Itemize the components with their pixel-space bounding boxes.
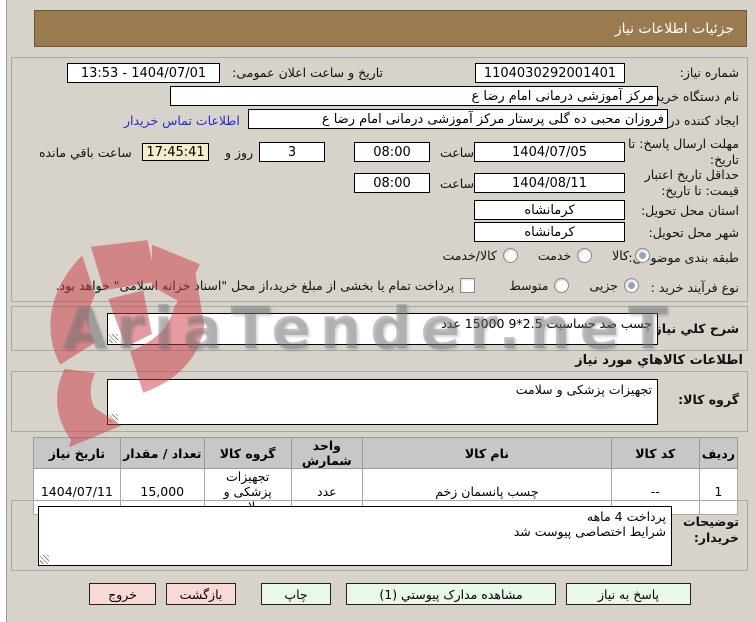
- general-desc-label: شرح کلي نیاز:: [649, 321, 739, 336]
- general-desc-groupbox: شرح کلي نیاز: چسب ضد حساسیت 2.5*9 15000 …: [11, 306, 748, 351]
- option-goods-service-label: کالا/خدمت: [442, 248, 497, 263]
- deadline-hour-label: ساعت: [440, 145, 475, 160]
- treasury-option[interactable]: پرداخت تمام یا بخشی از مبلغ خرید،از محل …: [56, 278, 476, 293]
- items-table-header-row: ردیف کد کالا نام کالا واحد شمارش گروه کا…: [33, 437, 739, 469]
- goods-group-label: گروه کالا:: [678, 392, 739, 407]
- col-count-unit: واحد شمارش: [290, 437, 364, 469]
- page-title: جزئیات اطلاعات نیاز: [34, 10, 747, 47]
- buyer-notes-groupbox: توضیحات خریدار: پرداخت 4 ماهه شرایط اختص…: [11, 500, 748, 571]
- radio-service-icon[interactable]: [577, 248, 593, 263]
- col-item-code: کد کالا: [610, 437, 700, 469]
- request-creator-field[interactable]: فروزان محبی ده گلی پرستار مرکز آموزشی در…: [248, 109, 668, 129]
- buyer-contact-link[interactable]: اطلاعات تماس خریدار: [124, 113, 240, 128]
- option-service-label: خدمت: [537, 248, 572, 263]
- col-need-date: تاریخ نیاز: [33, 437, 121, 469]
- col-quantity: تعداد / مقدار: [119, 437, 205, 469]
- respond-button[interactable]: پاسخ به نیاز: [566, 583, 691, 605]
- option-medium-label: متوسط: [509, 278, 549, 293]
- deadline-date-field[interactable]: 1404/07/05: [474, 142, 625, 162]
- hours-remaining-label: ساعت باقي مانده: [39, 145, 132, 160]
- need-number-label: شماره نیاز:: [679, 65, 739, 80]
- response-deadline-label: مهلت ارسال پاسخ: تا تاریخ:: [628, 136, 739, 168]
- purchase-process-label: نوع فرآیند خرید :: [650, 280, 739, 295]
- days-remaining-field[interactable]: 3: [259, 142, 325, 162]
- announce-datetime-label: تاریخ و ساعت اعلان عمومی:: [232, 65, 383, 80]
- form-panel: جزئیات اطلاعات نیاز شماره نیاز: 11040302…: [6, 0, 755, 622]
- option-partial[interactable]: جزیی: [589, 278, 639, 293]
- goods-group-textarea[interactable]: تجهیزات پزشکی و سلامت: [107, 379, 658, 425]
- option-medium[interactable]: متوسط: [509, 278, 570, 293]
- price-validity-hour-label: ساعت: [440, 176, 475, 191]
- radio-medium-icon[interactable]: [554, 278, 570, 293]
- option-partial-label: جزیی: [589, 278, 618, 293]
- goods-group-groupbox: گروه کالا: تجهیزات پزشکی و سلامت: [11, 371, 748, 432]
- option-goods[interactable]: کالا: [612, 248, 650, 263]
- price-validity-date-field[interactable]: 1404/08/11: [474, 173, 625, 193]
- back-button[interactable]: بازگشت: [166, 583, 236, 605]
- city-field[interactable]: کرمانشاه: [474, 222, 625, 242]
- exit-button[interactable]: خروج: [89, 583, 156, 605]
- col-item-group: گروه کالا: [203, 437, 292, 469]
- province-label: استان محل تحویل:: [640, 203, 739, 218]
- buyer-notes-textarea[interactable]: پرداخت 4 ماهه شرایط اختصاصی پیوست شد: [38, 506, 672, 566]
- need-number-field[interactable]: 1104030292001401: [475, 63, 625, 83]
- details-groupbox: شماره نیاز: 1104030292001401 تاریخ و ساع…: [11, 57, 748, 302]
- city-label: شهر محل تحویل:: [648, 225, 739, 240]
- days-and-label: روز و: [225, 145, 254, 160]
- option-goods-service[interactable]: کالا/خدمت: [442, 248, 518, 263]
- purchase-process-options: جزیی متوسط پرداخت تمام یا بخشی از مبلغ خ…: [56, 278, 639, 293]
- price-validity-time-field[interactable]: 08:00: [354, 173, 430, 193]
- price-validity-label: حداقل تاریخ اعتبار قیمت: تا تاریخ:: [644, 167, 739, 199]
- screen: جزئیات اطلاعات نیاز شماره نیاز: 11040302…: [0, 0, 755, 622]
- deadline-time-field[interactable]: 08:00: [354, 142, 430, 162]
- option-service[interactable]: خدمت: [537, 248, 593, 263]
- subject-class-options: کالا خدمت کالا/خدمت: [442, 248, 650, 263]
- treasury-checkbox-label: پرداخت تمام یا بخشی از مبلغ خرید،از محل …: [55, 278, 455, 293]
- radio-partial-icon[interactable]: [624, 278, 639, 293]
- province-field[interactable]: کرمانشاه: [474, 200, 625, 220]
- print-button[interactable]: چاپ: [261, 583, 331, 605]
- goods-section-title: اطلاعات کالاهاي مورد نیاز: [575, 353, 743, 368]
- countdown-timer: 17:45:41: [142, 143, 209, 161]
- radio-goods-service-icon[interactable]: [502, 248, 518, 263]
- col-row-number: ردیف: [698, 437, 739, 469]
- buyer-notes-label: توضیحات خریدار:: [683, 514, 739, 546]
- buyer-org-field[interactable]: مرکز آموزشی درمانی امام رضا ع: [170, 86, 658, 106]
- col-item-name: نام کالا: [362, 437, 612, 469]
- announce-datetime-field[interactable]: 1404/07/01 - 13:53: [67, 63, 220, 83]
- option-goods-label: کالا: [612, 248, 629, 263]
- view-attachments-button[interactable]: مشاهده مدارک پیوستي (1): [346, 583, 556, 605]
- general-desc-textarea[interactable]: چسب ضد حساسیت 2.5*9 15000 عدد: [107, 313, 658, 345]
- treasury-checkbox-icon[interactable]: [460, 278, 476, 293]
- radio-goods-icon[interactable]: [635, 248, 650, 263]
